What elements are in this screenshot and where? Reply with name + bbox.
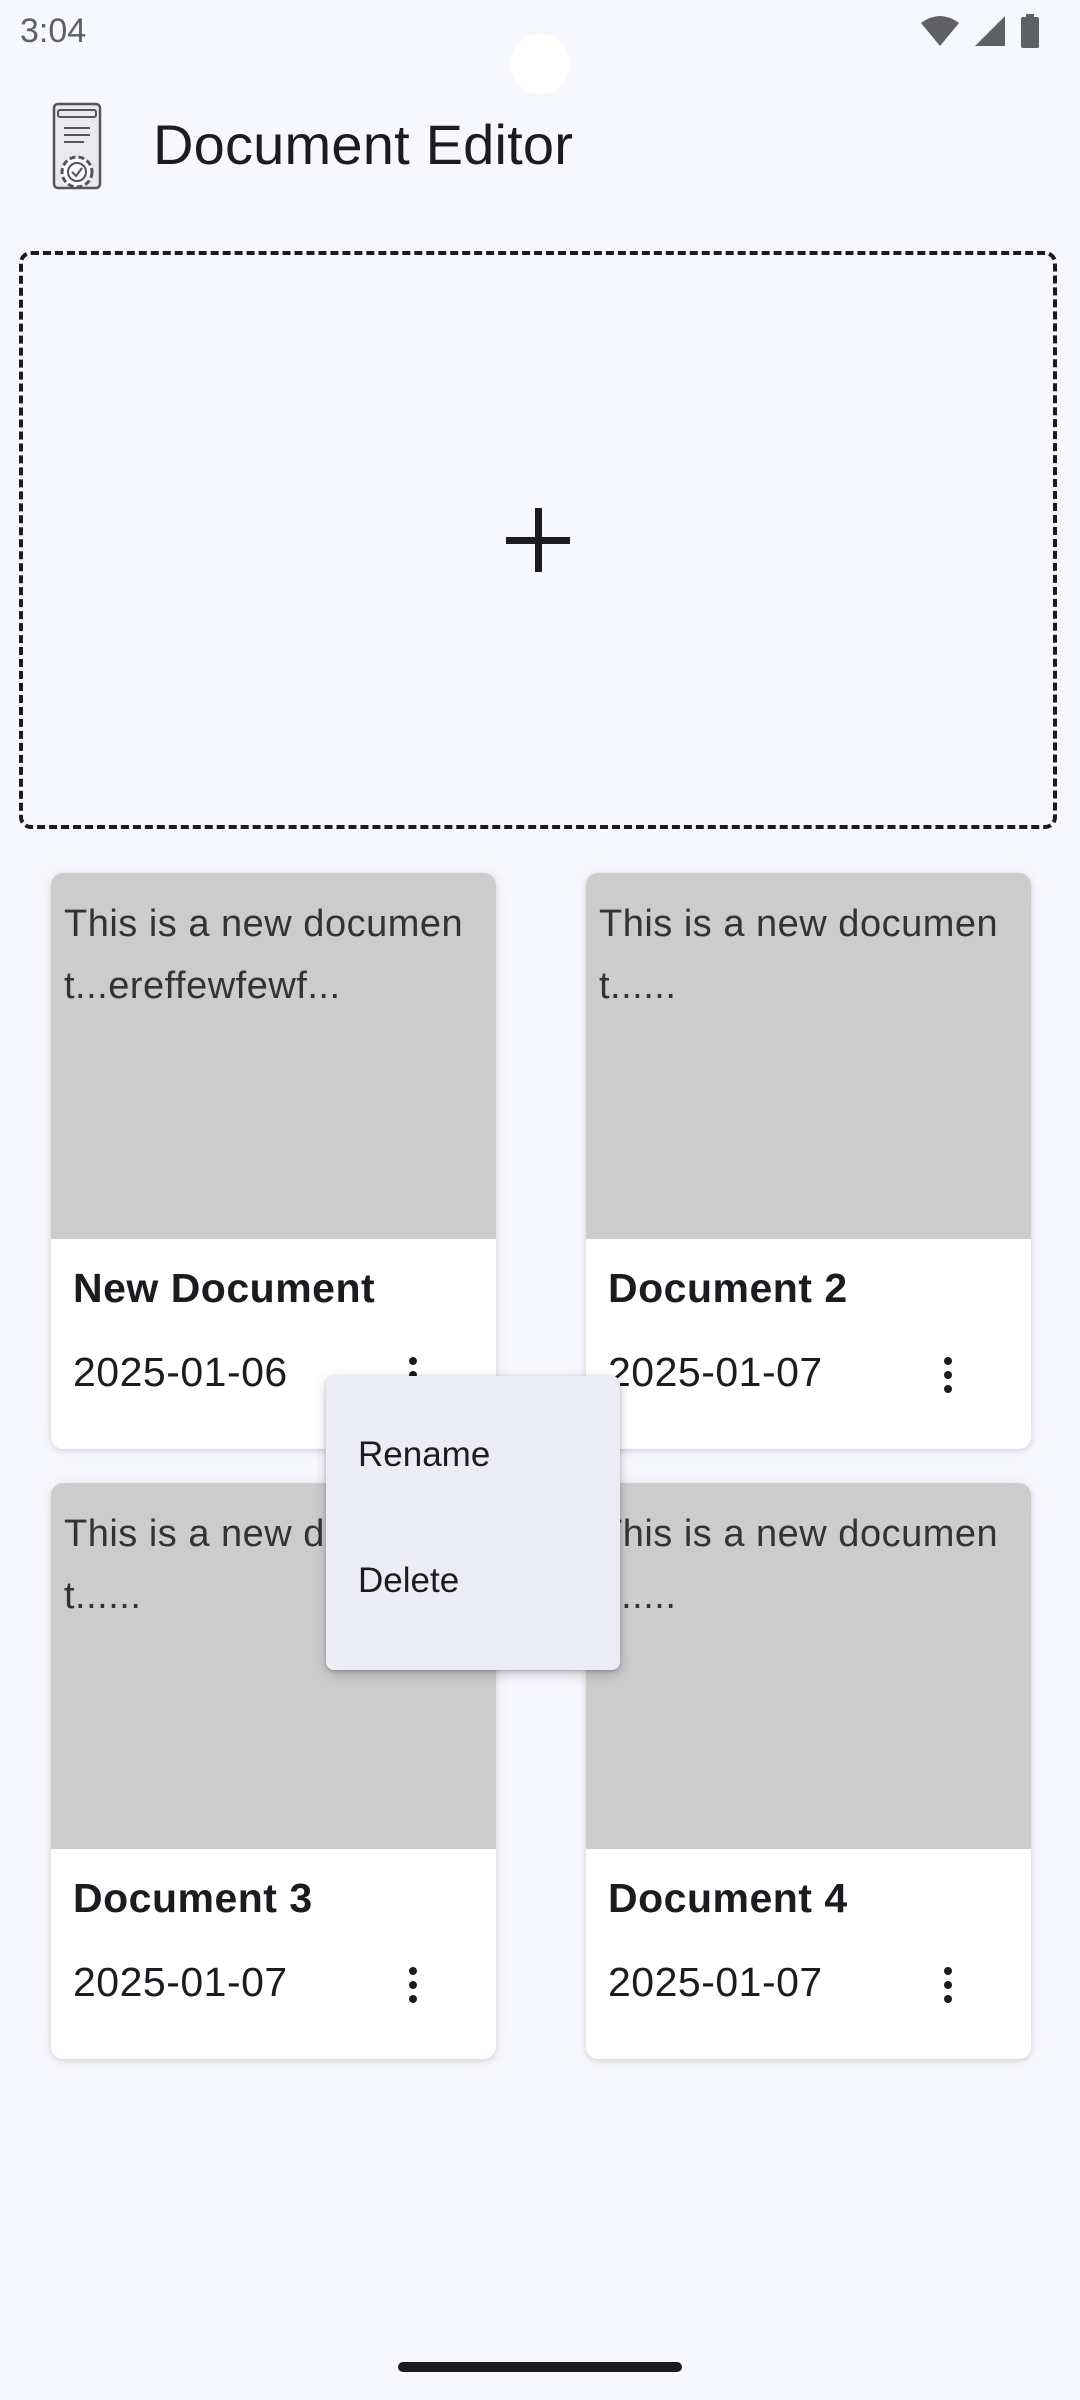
- document-preview: This is a new document......: [586, 1483, 1031, 1849]
- document-footer: Document 4 2025-01-07: [586, 1849, 1031, 2059]
- wifi-icon: [921, 16, 959, 46]
- document-title: Document 4: [608, 1875, 848, 1921]
- document-date: 2025-01-07: [608, 1959, 823, 2005]
- app-bar: Document Editor: [0, 90, 1080, 210]
- more-options-icon[interactable]: [924, 1953, 972, 2017]
- signal-icon: [975, 16, 1005, 46]
- new-document-button[interactable]: [19, 251, 1057, 829]
- more-options-icon[interactable]: [924, 1343, 972, 1407]
- plus-icon: [506, 508, 570, 572]
- document-footer: Document 2 2025-01-07: [586, 1239, 1031, 1449]
- document-settings-icon: [52, 102, 102, 190]
- menu-item-delete[interactable]: Delete: [326, 1518, 620, 1644]
- document-date: 2025-01-06: [73, 1349, 288, 1395]
- document-preview: This is a new document...ereffewfewf...: [51, 873, 496, 1239]
- document-title: Document 3: [73, 1875, 313, 1921]
- document-date: 2025-01-07: [608, 1349, 823, 1395]
- battery-icon: [1021, 14, 1039, 48]
- status-icons: [920, 14, 1040, 48]
- document-title: Document 2: [608, 1265, 848, 1311]
- context-menu: Rename Delete: [326, 1376, 620, 1670]
- app-title: Document Editor: [153, 113, 574, 176]
- document-card[interactable]: This is a new document...... Document 2 …: [586, 873, 1031, 1449]
- more-options-icon[interactable]: [389, 1953, 437, 2017]
- gesture-nav-handle[interactable]: [398, 2362, 682, 2372]
- document-title: New Document: [73, 1265, 376, 1311]
- camera-cutout: [510, 34, 570, 94]
- document-card[interactable]: This is a new document...... Document 4 …: [586, 1483, 1031, 2059]
- document-preview: This is a new document......: [586, 873, 1031, 1239]
- document-card[interactable]: This is a new document...ereffewfewf... …: [51, 873, 496, 1449]
- document-footer: Document 3 2025-01-07: [51, 1849, 496, 2059]
- status-time: 3:04: [20, 12, 87, 50]
- document-date: 2025-01-07: [73, 1959, 288, 2005]
- status-bar: 3:04: [0, 0, 1080, 94]
- menu-item-rename[interactable]: Rename: [326, 1392, 620, 1518]
